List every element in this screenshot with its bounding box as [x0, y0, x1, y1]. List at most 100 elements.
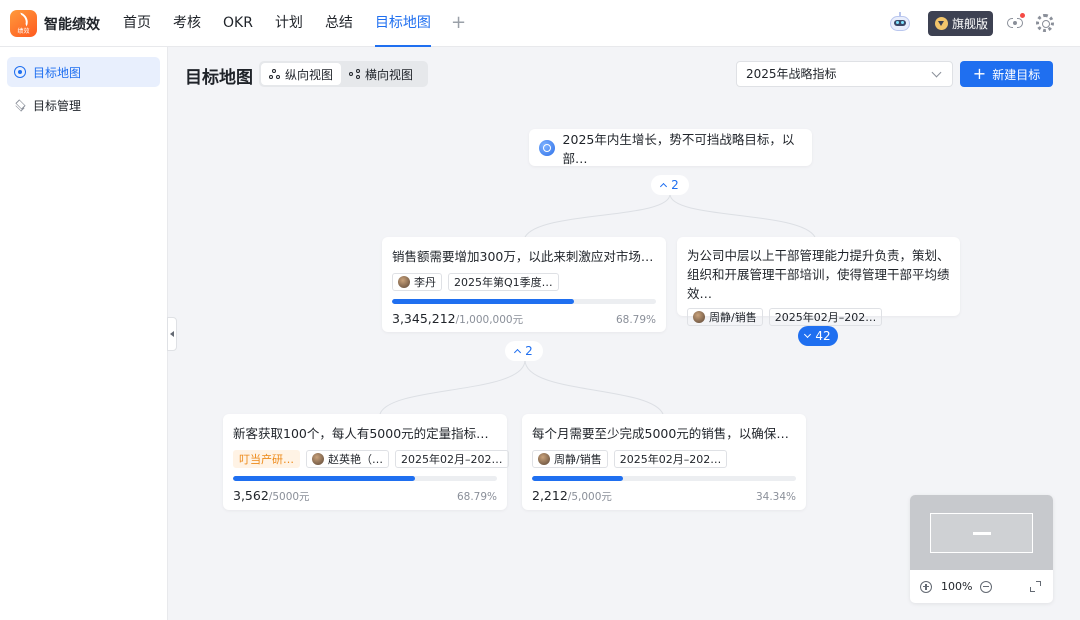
nav-home[interactable]: 首页: [115, 0, 159, 47]
period-tag: 2025年第Q1季度…: [448, 273, 559, 291]
add-nav-icon[interactable]: +: [445, 0, 472, 47]
zoom-in-icon[interactable]: [920, 580, 932, 593]
chevron-up-icon: [660, 182, 668, 191]
child-count: 2: [671, 178, 679, 192]
root-goal-card[interactable]: 2025年内生增长，势不可挡战略目标，以部…: [529, 129, 812, 166]
zoom-level: 100%: [941, 580, 973, 593]
root-goal-title: 2025年内生增长，势不可挡战略目标，以部…: [562, 131, 795, 166]
sidebar-item-label: 目标管理: [33, 98, 82, 113]
sidebar-item-goal-management[interactable]: 目标管理: [7, 90, 160, 120]
owner-name: 赵英艳（…: [328, 453, 383, 466]
edition-badge-label: 旗舰版: [952, 17, 989, 31]
layers-icon: [14, 99, 26, 111]
owner-name: 李丹: [414, 276, 436, 289]
current-value: 2,212: [532, 488, 568, 503]
sales-expand-toggle[interactable]: 2: [505, 341, 543, 361]
sidebar-collapse-handle[interactable]: [167, 317, 177, 351]
owner-name: 周静/销售: [554, 453, 602, 466]
horizontal-view-label: 横向视图: [365, 67, 414, 82]
edition-badge[interactable]: 旗舰版: [928, 11, 993, 36]
goal-card-monthly-sales[interactable]: 每个月需要至少完成5000元的销售，以确保目标… 周静/销售 2025年02月–…: [522, 414, 806, 510]
zoom-out-icon[interactable]: [980, 580, 993, 593]
progress-percent: 68.79%: [615, 314, 656, 326]
nav-appraisal[interactable]: 考核: [165, 0, 209, 47]
goal-title: 为公司中层以上干部管理能力提升负责，策划、组织和开展管理干部培训，使得管理干部平…: [687, 248, 950, 301]
gear-icon[interactable]: [1036, 14, 1054, 32]
notification-dot: [1020, 13, 1025, 18]
nav-summary[interactable]: 总结: [317, 0, 361, 47]
progress-bar: [532, 476, 796, 481]
progress-bar: [392, 299, 656, 304]
target-icon: [14, 66, 26, 78]
broadcast-icon[interactable]: [1006, 13, 1025, 31]
app-title: 智能绩效: [44, 17, 100, 33]
indicator-select[interactable]: 2025年战略指标: [736, 61, 953, 87]
sidebar-item-goal-map[interactable]: 目标地图: [7, 57, 160, 87]
goal-title: 每个月需要至少完成5000元的销售，以确保目标…: [532, 426, 796, 441]
root-expand-toggle[interactable]: 2: [651, 175, 689, 195]
zoom-controls: 100%: [910, 570, 1053, 603]
ai-assistant-icon[interactable]: [888, 12, 912, 34]
target-value: /5,000元: [567, 491, 612, 503]
progress-bar: [233, 476, 497, 481]
sidebar-item-label: 目标地图: [33, 65, 82, 80]
avatar: [538, 453, 550, 465]
vertical-tree-icon: [269, 68, 281, 80]
logo-text: 绩效: [17, 28, 30, 35]
indicator-select-value: 2025年战略指标: [746, 67, 837, 81]
vertical-view-button[interactable]: 纵向视图: [261, 63, 342, 85]
goal-title: 销售额需要增加300万，以此来刺激应对市场的…: [392, 249, 656, 264]
vertical-view-label: 纵向视图: [285, 67, 334, 82]
period-tag: 2025年02月–202…: [768, 308, 883, 326]
progress-fill: [532, 476, 623, 481]
goal-card-sales[interactable]: 销售额需要增加300万，以此来刺激应对市场的… 李丹 2025年第Q1季度… 3…: [382, 237, 666, 332]
view-switcher: 纵向视图 横向视图: [259, 61, 428, 87]
nav-plan[interactable]: 计划: [267, 0, 311, 47]
sidebar: 目标地图 目标管理: [0, 47, 168, 620]
minimap-viewport[interactable]: [930, 513, 1033, 553]
main-nav: 首页 考核 OKR 计划 总结 目标地图 +: [115, 0, 472, 47]
avatar: [693, 311, 705, 323]
period-tag: 2025年02月–202…: [395, 450, 509, 468]
goal-card-new-customers[interactable]: 新客获取100个，每人有5000元的定量指标需要… 叮当产研… 赵英艳（… 20…: [223, 414, 509, 510]
management-expand-toggle[interactable]: 42: [798, 326, 838, 346]
owner-tag[interactable]: 赵英艳（…: [306, 450, 389, 468]
target-value: /5000元: [268, 491, 310, 503]
avatar: [312, 453, 324, 465]
target-value: /1,000,000元: [455, 314, 524, 326]
avatar: [398, 276, 410, 288]
owner-name: 周静/销售: [709, 311, 757, 324]
department-tag: 叮当产研…: [233, 450, 300, 468]
top-bar: 绩效 智能绩效 首页 考核 OKR 计划 总结 目标地图 + 旗舰版: [0, 0, 1080, 47]
progress-fill: [392, 299, 574, 304]
chevron-down-icon: [804, 330, 812, 339]
child-count: 2: [525, 344, 533, 358]
goal-card-management[interactable]: 为公司中层以上干部管理能力提升负责，策划、组织和开展管理干部培训，使得管理干部平…: [677, 237, 960, 326]
horizontal-view-button[interactable]: 横向视图: [341, 63, 421, 85]
owner-tag[interactable]: 李丹: [392, 273, 442, 291]
minimap: 100%: [910, 495, 1053, 603]
chevron-up-icon: [514, 348, 522, 357]
new-goal-button[interactable]: + 新建目标: [960, 61, 1053, 87]
nav-goal-map[interactable]: 目标地图: [367, 0, 439, 47]
goal-title: 新客获取100个，每人有5000元的定量指标需要…: [233, 426, 497, 441]
period-tag: 2025年02月–202…: [613, 450, 728, 468]
progress-percent: 34.34%: [755, 491, 796, 503]
chevron-down-icon: [931, 67, 942, 78]
current-value: 3,562: [233, 488, 269, 503]
minimap-canvas[interactable]: [910, 495, 1053, 570]
strategy-target-icon: [539, 139, 555, 156]
child-count: 42: [815, 329, 831, 343]
nav-okr[interactable]: OKR: [215, 0, 261, 47]
fit-screen-icon[interactable]: [1030, 581, 1041, 592]
page-title: 目标地图: [185, 68, 253, 88]
new-goal-label: 新建目标: [992, 67, 1041, 82]
current-value: 3,345,212: [392, 311, 456, 326]
progress-percent: 68.79%: [456, 491, 497, 503]
progress-fill: [233, 476, 415, 481]
owner-tag[interactable]: 周静/销售: [687, 308, 763, 326]
owner-tag[interactable]: 周静/销售: [532, 450, 608, 468]
app-logo[interactable]: 绩效: [10, 10, 37, 37]
logo-swoosh-icon: [16, 12, 31, 27]
plus-icon: +: [972, 64, 987, 83]
